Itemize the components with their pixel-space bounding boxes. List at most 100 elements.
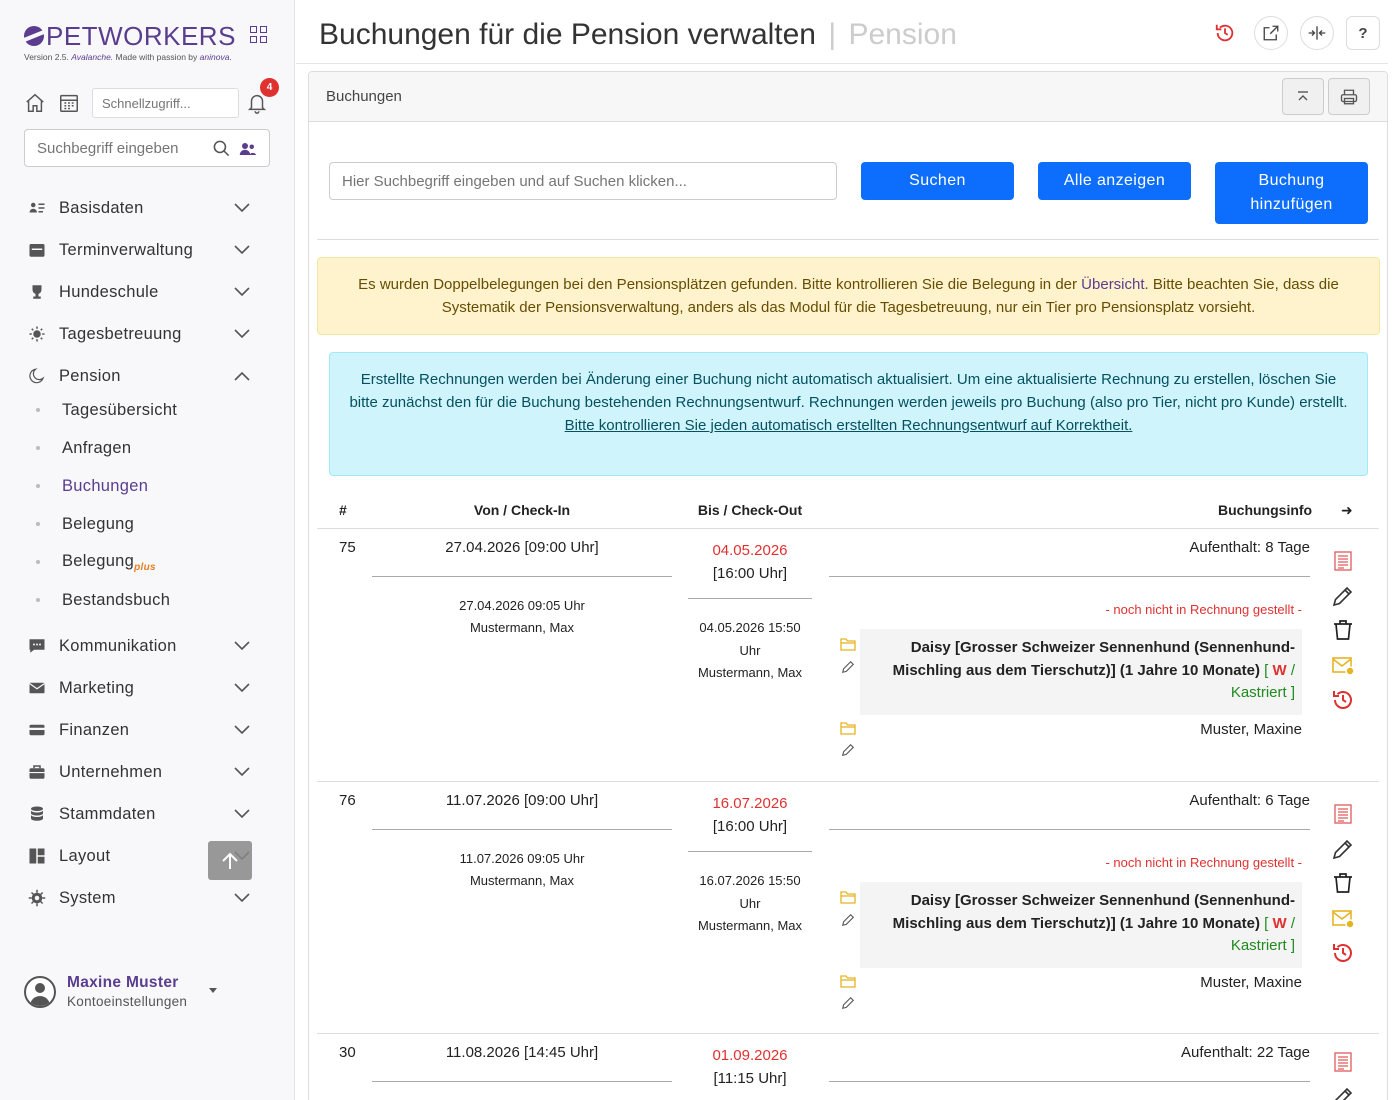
mail-pending-icon[interactable]: [1331, 907, 1355, 931]
row-separator: [829, 829, 1310, 830]
pencil-icon[interactable]: [840, 996, 856, 1010]
plus-suffix: plus: [134, 561, 156, 573]
booking-search-input[interactable]: [329, 162, 837, 200]
pet-info[interactable]: Daisy [Grosser Schweizer Sennenhund (Sen…: [860, 629, 1302, 715]
print-button[interactable]: [1328, 78, 1370, 115]
show-all-button[interactable]: Alle anzeigen: [1038, 162, 1191, 200]
company-name[interactable]: aninova.: [200, 52, 232, 62]
search-button[interactable]: Suchen: [861, 162, 1014, 200]
add-booking-button[interactable]: Buchung hinzufügen: [1215, 162, 1368, 224]
pencil-icon[interactable]: [840, 743, 856, 757]
card-title: Buchungen: [326, 88, 402, 105]
pet-line-1: Daisy [Grosser Schweizer Sennenhund (Sen…: [910, 892, 1295, 909]
pencil-icon[interactable]: [840, 913, 856, 927]
check-out-user: Mustermann, Max: [697, 918, 803, 933]
nav-tagesbetreuung[interactable]: Tagesbetreuung: [28, 320, 250, 348]
sidebar-search-input[interactable]: [37, 139, 197, 157]
check-invoice-link[interactable]: Bitte kontrollieren Sie jeden automatisc…: [346, 414, 1351, 437]
folder-icon[interactable]: [840, 890, 856, 904]
check-out: 16.07.2026 [16:00 Uhr]: [688, 792, 812, 838]
brand: PETWORKERS Version 2.5. Avalanche. Made …: [24, 20, 267, 62]
owner-name[interactable]: Muster, Maxine: [1200, 974, 1302, 991]
check-out-meta: 04.05.2026 15:50 Uhr Mustermann, Max: [688, 617, 812, 685]
sub-item-belegung[interactable]: Belegung: [36, 512, 134, 536]
sub-item-bestandsbuch[interactable]: Bestandsbuch: [36, 588, 170, 612]
sub-item-belegungplus[interactable]: Belegungplus: [36, 550, 156, 574]
folder-icon[interactable]: [840, 637, 856, 651]
col-header-from[interactable]: Von / Check-In: [372, 502, 672, 518]
apps-grid-icon[interactable]: [250, 26, 268, 44]
nav-label: Pension: [59, 366, 121, 385]
history-button[interactable]: [1208, 16, 1242, 50]
nav-terminverwaltung[interactable]: Terminverwaltung: [28, 236, 250, 264]
printer-icon: [1340, 89, 1358, 104]
col-header-to[interactable]: Bis / Check-Out: [688, 502, 812, 518]
folder-icon[interactable]: [840, 721, 856, 735]
page-header: Buchungen für die Pension verwalten | Pe…: [296, 0, 1388, 64]
nav-unternehmen[interactable]: Unternehmen: [28, 758, 250, 786]
row-separator: [688, 598, 812, 599]
nav-label: Stammdaten: [59, 804, 156, 823]
sub-label: Buchungen: [62, 476, 149, 495]
nav-pension[interactable]: Pension: [28, 362, 250, 390]
brand-logo[interactable]: PETWORKERS: [24, 20, 236, 51]
user-account[interactable]: Maxine Muster Kontoeinstellungen: [24, 974, 217, 1009]
chevron-down-icon: [234, 767, 250, 777]
overview-link[interactable]: Übersicht: [1081, 276, 1144, 293]
pet-info[interactable]: Daisy [Grosser Schweizer Sennenhund (Sen…: [860, 882, 1302, 968]
open-external-button[interactable]: [1254, 16, 1288, 50]
history-icon[interactable]: [1331, 941, 1355, 965]
edit-icon[interactable]: [1331, 1085, 1355, 1100]
invoice-icon[interactable]: [1331, 802, 1355, 826]
mail-pending-icon[interactable]: [1331, 654, 1355, 678]
customers-icon[interactable]: [239, 140, 257, 158]
pet-sex: W: [1272, 914, 1287, 932]
booking-number: 75: [339, 539, 356, 556]
nav-marketing[interactable]: Marketing: [28, 674, 250, 702]
nav-finanzen[interactable]: Finanzen: [28, 716, 250, 744]
scroll-to-top-button[interactable]: [208, 841, 252, 880]
row-separator: [829, 576, 1310, 577]
search-icon[interactable]: [212, 139, 231, 158]
sub-item-tagesuebersicht[interactable]: Tagesübersicht: [36, 398, 177, 422]
calendar-icon[interactable]: [58, 92, 80, 114]
pencil-icon[interactable]: [840, 660, 856, 674]
expand-width-button[interactable]: [1300, 16, 1334, 50]
account-settings-link[interactable]: Kontoeinstellungen: [67, 994, 187, 1009]
edit-icon[interactable]: [1331, 584, 1355, 608]
collapse-button[interactable]: [1282, 78, 1324, 115]
folder-icon[interactable]: [840, 974, 856, 988]
nav-system[interactable]: System: [28, 884, 250, 912]
owner-name[interactable]: Muster, Maxine: [1200, 721, 1302, 738]
help-button[interactable]: ?: [1346, 16, 1380, 50]
check-out-time: [11:15 Uhr]: [713, 1070, 787, 1087]
home-icon[interactable]: [24, 92, 46, 114]
trash-icon[interactable]: [1331, 618, 1355, 642]
bullet: [36, 484, 40, 488]
invoice-icon[interactable]: [1331, 549, 1355, 573]
nav-hundeschule[interactable]: Hundeschule: [28, 278, 250, 306]
nav-label: Unternehmen: [59, 762, 163, 781]
brand-name: PETWORKERS: [46, 20, 236, 51]
nav-basisdaten[interactable]: Basisdaten: [28, 194, 250, 222]
nav-kommunikation[interactable]: Kommunikation: [28, 632, 250, 660]
nav-stammdaten[interactable]: Stammdaten: [28, 800, 250, 828]
edit-icon[interactable]: [1331, 837, 1355, 861]
nav-label: Basisdaten: [59, 198, 144, 217]
chevron-down-icon: [234, 893, 250, 903]
quick-access-input[interactable]: [92, 88, 239, 118]
sub-label: Bestandsbuch: [62, 590, 171, 609]
table-header-line: [317, 528, 1379, 529]
caret-down-icon[interactable]: [209, 988, 217, 993]
title-text: Buchungen für die Pension verwalten: [319, 18, 816, 51]
sub-item-buchungen[interactable]: Buchungen: [36, 474, 148, 498]
col-header-arrow[interactable]: ➜: [1341, 502, 1353, 519]
sub-item-anfragen[interactable]: Anfragen: [36, 436, 131, 460]
check-in-created: 11.07.2026 09:05 Uhr: [459, 851, 585, 866]
invoice-icon[interactable]: [1331, 1050, 1355, 1074]
trash-icon[interactable]: [1331, 871, 1355, 895]
row-separator: [372, 829, 672, 830]
history-icon[interactable]: [1331, 688, 1355, 712]
page-title: Buchungen für die Pension verwalten | Pe…: [319, 18, 957, 52]
check-out: 04.05.2026 [16:00 Uhr]: [688, 539, 812, 585]
